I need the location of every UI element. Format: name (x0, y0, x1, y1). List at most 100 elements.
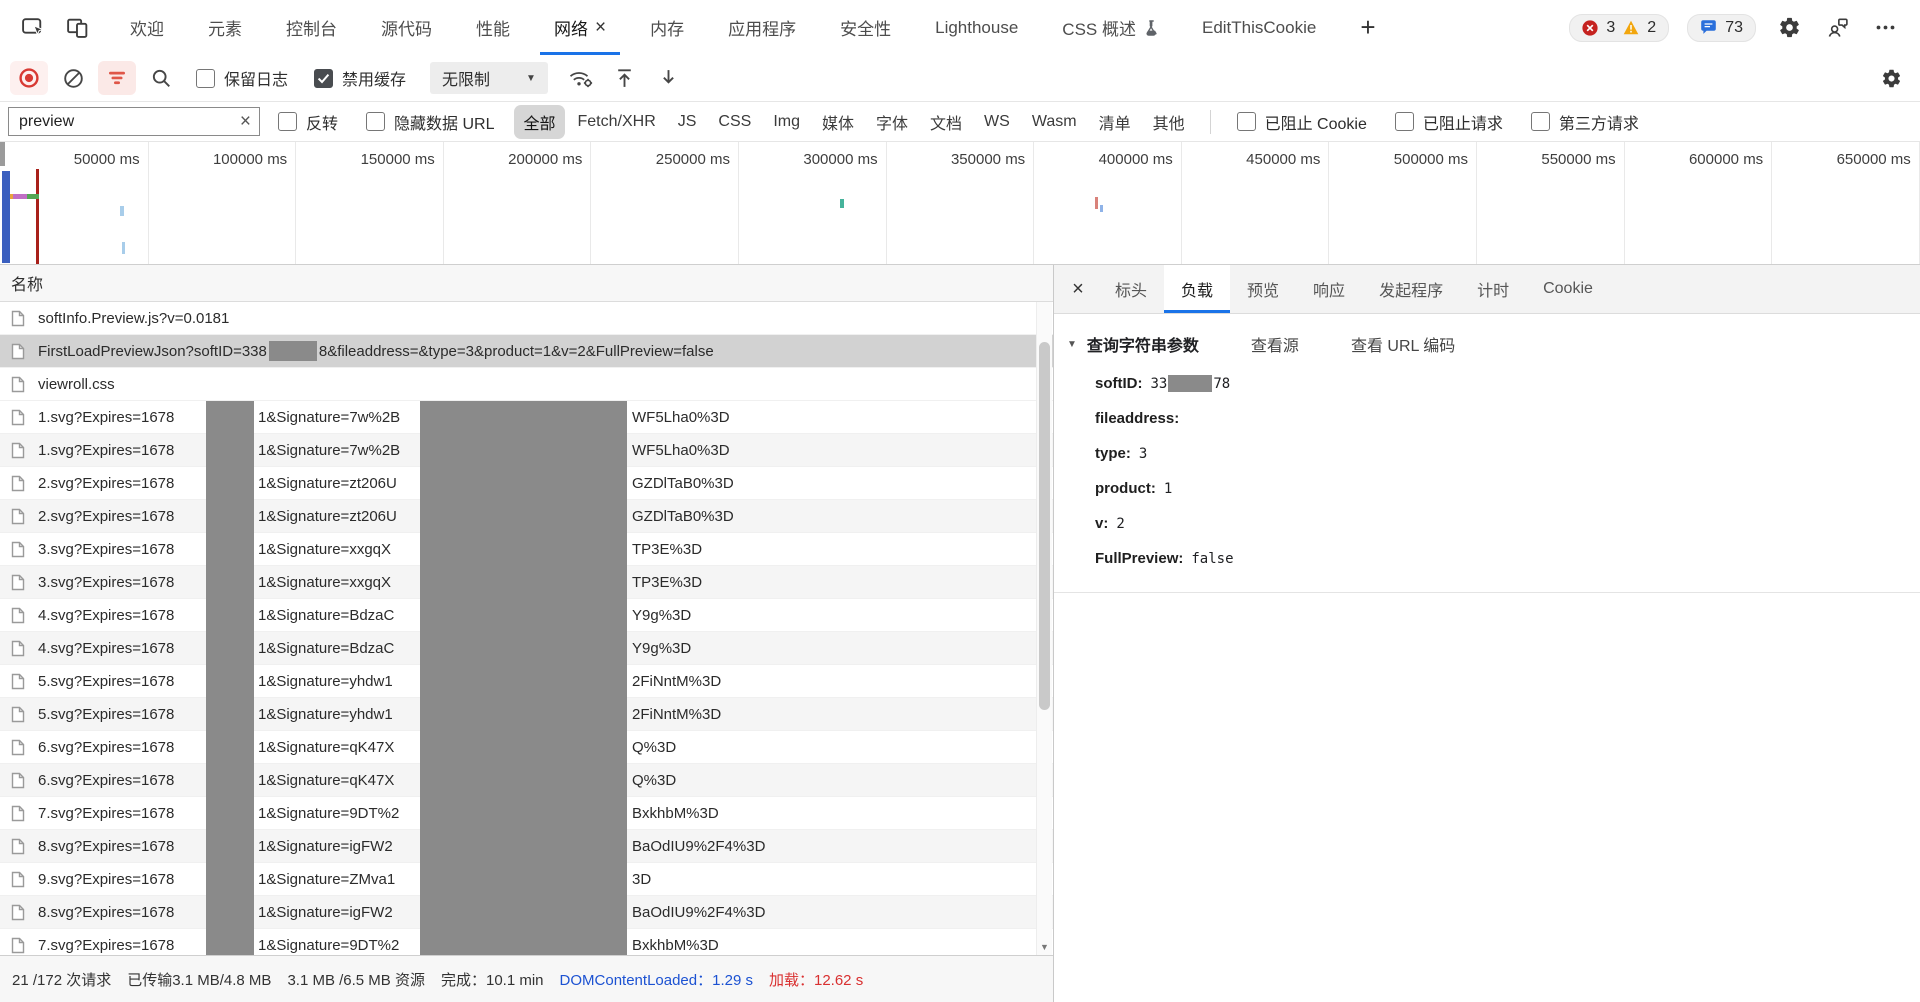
tab-editthiscookie[interactable]: EditThisCookie (1180, 0, 1338, 55)
feedback-icon[interactable] (1822, 13, 1852, 43)
request-row[interactable]: viewroll.css (0, 368, 1053, 401)
invert-filter-checkbox[interactable]: 反转 (278, 110, 338, 134)
status-requests: 21 /172 次请求 (12, 969, 111, 990)
waterfall-tick (1100, 205, 1103, 212)
type-filter-manifest[interactable]: 清单 (1090, 105, 1140, 139)
blocked-cookies-checkbox[interactable]: 已阻止 Cookie (1237, 110, 1367, 134)
tab-performance[interactable]: 性能 (454, 0, 532, 55)
preserve-log-checkbox[interactable]: 保留日志 (196, 66, 288, 90)
query-param-row: v:2 (1095, 506, 1920, 541)
tab-security[interactable]: 安全性 (818, 0, 913, 55)
details-tab-initiator[interactable]: 发起程序 (1362, 265, 1460, 313)
request-list-scrollbar[interactable]: ▼ (1036, 302, 1052, 955)
record-network-log-button[interactable] (10, 61, 48, 95)
scrollbar-down-arrow[interactable]: ▼ (1037, 942, 1052, 952)
type-filter-js[interactable]: JS (669, 108, 706, 136)
type-filter-fetch-xhr[interactable]: Fetch/XHR (569, 108, 665, 136)
request-row[interactable]: FirstLoadPreviewJson?softID=3388&fileadd… (0, 335, 1053, 368)
toggle-device-toolbar-icon[interactable] (62, 13, 92, 43)
filter-search-input[interactable] (17, 112, 240, 132)
checkbox-checked[interactable] (314, 69, 333, 88)
request-name: BxkhbM%3D (632, 805, 719, 822)
search-button[interactable] (142, 61, 180, 95)
network-overview-timeline[interactable]: 50000 ms100000 ms150000 ms200000 ms25000… (0, 142, 1920, 265)
disable-cache-checkbox[interactable]: 禁用缓存 (314, 66, 406, 90)
details-tab-cookies[interactable]: Cookie (1526, 265, 1610, 313)
request-name: softInfo.Preview.js?v=0.0181 (38, 310, 229, 327)
export-har-icon[interactable] (650, 61, 688, 95)
file-icon (11, 409, 25, 426)
tab-application[interactable]: 应用程序 (706, 0, 818, 55)
disable-cache-label: 禁用缓存 (342, 66, 406, 90)
request-name: 1.svg?Expires=1678 (38, 442, 174, 459)
type-filter-doc[interactable]: 文档 (921, 105, 971, 139)
checkbox-unchecked[interactable] (366, 112, 385, 131)
scrollbar-thumb[interactable] (1039, 342, 1050, 710)
type-filter-media[interactable]: 媒体 (813, 105, 863, 139)
type-filter-all[interactable]: 全部 (514, 105, 564, 139)
checkbox-unchecked[interactable] (196, 69, 215, 88)
tab-sources[interactable]: 源代码 (359, 0, 454, 55)
divider (1210, 110, 1211, 134)
checkbox-unchecked[interactable] (1395, 112, 1414, 131)
file-icon (11, 838, 25, 855)
request-row[interactable]: softInfo.Preview.js?v=0.0181 (0, 302, 1053, 335)
filter-search-box[interactable]: × (8, 107, 260, 136)
close-details-icon[interactable]: × (1058, 265, 1098, 313)
timeline-tick-label: 100000 ms (137, 151, 287, 168)
filter-button[interactable] (98, 61, 136, 95)
param-key: fileaddress: (1095, 410, 1179, 427)
third-party-checkbox[interactable]: 第三方请求 (1531, 110, 1639, 134)
tab-elements[interactable]: 元素 (186, 0, 264, 55)
panel-tabs: 欢迎元素控制台源代码性能网络×内存应用程序安全性LighthouseCSS 概述… (108, 0, 1398, 55)
more-options-icon[interactable] (1870, 13, 1900, 43)
tab-network[interactable]: 网络× (532, 0, 628, 55)
request-list-header[interactable]: 名称 (0, 265, 1053, 302)
tab-welcome[interactable]: 欢迎 (108, 0, 186, 55)
import-har-icon[interactable] (606, 61, 644, 95)
blocked-requests-checkbox[interactable]: 已阻止请求 (1395, 110, 1503, 134)
close-tab-icon[interactable]: × (595, 18, 606, 37)
type-filter-ws[interactable]: WS (975, 108, 1019, 136)
hide-data-url-checkbox[interactable]: 隐藏数据 URL (366, 110, 494, 134)
request-name: 1&Signature=qK47X (258, 772, 394, 789)
settings-gear-icon[interactable] (1774, 13, 1804, 43)
details-tab-response[interactable]: 响应 (1296, 265, 1362, 313)
type-filter-font[interactable]: 字体 (867, 105, 917, 139)
type-filter-other[interactable]: 其他 (1144, 105, 1194, 139)
collapse-triangle-icon[interactable]: ▼ (1067, 339, 1077, 350)
checkbox-unchecked[interactable] (278, 112, 297, 131)
checkbox-unchecked[interactable] (1237, 112, 1256, 131)
request-name: TP3E%3D (632, 541, 702, 558)
param-value-text: 78 (1213, 376, 1230, 392)
param-value: 1 (1164, 481, 1172, 497)
file-icon (11, 937, 25, 954)
request-name: 1&Signature=yhdw1 (258, 706, 393, 723)
clear-network-log-button[interactable] (54, 61, 92, 95)
view-source-link[interactable]: 查看源 (1251, 332, 1299, 356)
details-tab-timing[interactable]: 计时 (1460, 265, 1526, 313)
tab-lighthouse[interactable]: Lighthouse (913, 0, 1040, 55)
tabbar-right: 3 2 73 (1569, 13, 1920, 43)
tab-console[interactable]: 控制台 (264, 0, 359, 55)
network-conditions-icon[interactable] (562, 61, 600, 95)
type-filter-css[interactable]: CSS (709, 108, 760, 136)
details-tab-payload[interactable]: 负载 (1164, 265, 1230, 313)
checkbox-unchecked[interactable] (1531, 112, 1550, 131)
throttling-dropdown[interactable]: 无限制 ▼ (430, 62, 548, 94)
type-filter-img[interactable]: Img (764, 108, 809, 136)
tab-memory[interactable]: 内存 (628, 0, 706, 55)
tab-css-overview[interactable]: CSS 概述 (1040, 0, 1180, 55)
view-url-encoded-link[interactable]: 查看 URL 编码 (1351, 332, 1455, 356)
type-filter-wasm[interactable]: Wasm (1023, 108, 1086, 136)
details-tab-preview[interactable]: 预览 (1230, 265, 1296, 313)
tab-new[interactable]: + (1338, 0, 1397, 55)
waterfall-tick (1095, 197, 1098, 209)
request-name: 5.svg?Expires=1678 (38, 673, 174, 690)
issues-badge[interactable]: 3 2 (1569, 14, 1669, 42)
inspect-element-icon[interactable] (18, 13, 48, 43)
clear-filter-icon[interactable]: × (240, 112, 251, 131)
messages-badge[interactable]: 73 (1687, 14, 1756, 42)
network-settings-gear-icon[interactable] (1872, 61, 1910, 95)
details-tab-headers[interactable]: 标头 (1098, 265, 1164, 313)
